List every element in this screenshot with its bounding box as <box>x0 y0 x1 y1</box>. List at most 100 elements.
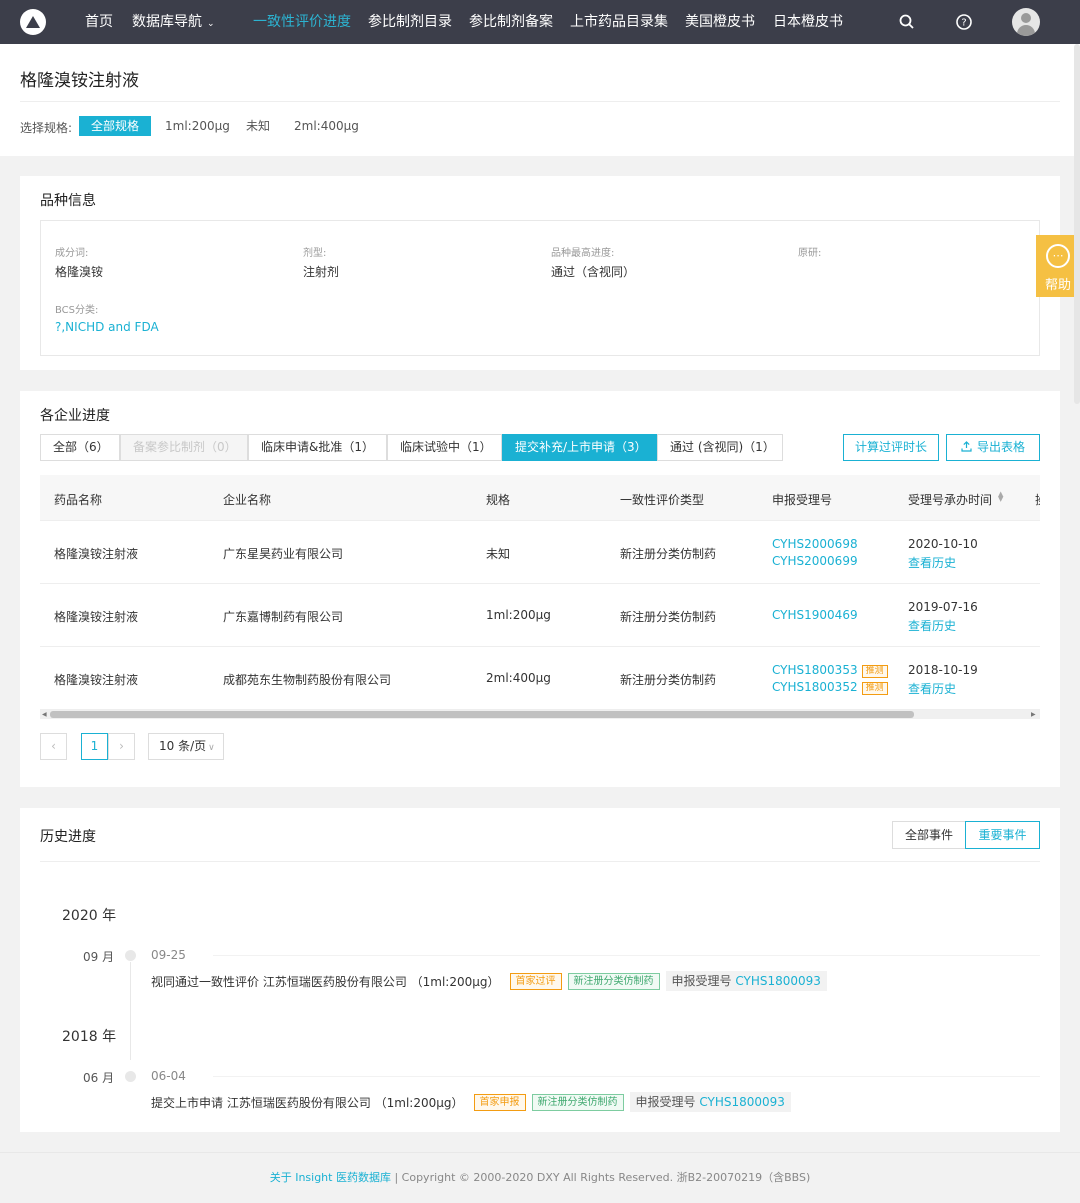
acceptance-no-cell: CYHS1800352 推测 <box>772 680 888 695</box>
first-pass-badge: 首家过评 <box>509 972 562 990</box>
cell-drug: 格隆溴铵注射液 <box>54 547 139 561</box>
acceptance-no-link[interactable]: CYHS2000698 <box>772 537 858 551</box>
acceptance-no-link[interactable]: CYHS1800093 <box>735 974 821 988</box>
prev-page-button[interactable]: ‹ <box>40 733 67 760</box>
user-avatar[interactable] <box>1012 8 1040 36</box>
tab-clinical-application[interactable]: 临床申请&批准（1） <box>248 434 387 461</box>
cell-type: 新注册分类仿制药 <box>620 547 717 561</box>
col-drug-name: 药品名称 <box>54 493 103 507</box>
table-header: 药品名称 企业名称 规格 一致性评价类型 申报受理号 受理号承办时间 ▲▼ 操 <box>40 475 1040 521</box>
chevron-down-icon: ⌄ <box>207 19 215 29</box>
about-link[interactable]: 关于 Insight 医药数据库 <box>270 1171 391 1184</box>
upload-icon <box>961 441 972 452</box>
nav-listed-drugs[interactable]: 上市药品目录集 <box>570 0 668 44</box>
spec-option-all[interactable]: 全部规格 <box>79 116 152 136</box>
category-badge: 新注册分类仿制药 <box>531 1093 624 1111</box>
timeline-year: 2018 年 <box>62 1029 117 1045</box>
divider <box>40 861 1040 862</box>
acceptance-no-label: 申报受理号 <box>671 974 732 988</box>
spec-option-1ml[interactable]: 1ml:200μg <box>153 116 242 136</box>
help-circle-icon[interactable]: ? <box>955 13 973 31</box>
scroll-right-icon[interactable]: ▶ <box>1031 710 1036 719</box>
first-filing-badge: 首家申报 <box>473 1093 526 1111</box>
timeline-month: 09 月 <box>83 950 115 964</box>
chat-icon: ⋯ <box>1046 244 1070 268</box>
timeline-line <box>130 962 131 1060</box>
category-badge: 新注册分类仿制药 <box>567 972 660 990</box>
nav-us-orange-book[interactable]: 美国橙皮书 <box>685 0 755 44</box>
history-card: 历史进度 全部事件 重要事件 2020 年 09 月 09-25 视同通过一致性… <box>20 808 1060 1132</box>
top-navbar: 首页 数据库导航 ⌄ 一致性评价进度 参比制剂目录 参比制剂备案 上市药品目录集 … <box>0 0 1080 44</box>
scroll-left-icon[interactable]: ◀ <box>42 710 47 719</box>
divider <box>20 101 1060 102</box>
cell-type: 新注册分类仿制药 <box>620 673 717 687</box>
nav-consistency[interactable]: 一致性评价进度 <box>253 0 351 44</box>
vertical-scrollbar[interactable] <box>1074 44 1080 404</box>
nav-database[interactable]: 数据库导航 ⌄ <box>132 0 215 44</box>
event-text: 视同通过一致性评价 江苏恒瑞医药股份有限公司 （1ml:200μg） <box>151 974 500 989</box>
history-title: 历史进度 <box>40 829 96 845</box>
acceptance-no-cell: CYHS1800353 推测 <box>772 663 888 678</box>
variety-info-card: 品种信息 成分词: 格隆溴铵 剂型: 注射剂 品种最高进度: 通过（含视同） 原… <box>20 176 1060 370</box>
acceptance-no-link[interactable]: CYHS1800093 <box>699 1095 785 1109</box>
cell-spec: 2ml:400μg <box>486 671 551 685</box>
table-row: 格隆溴铵注射液 广东嘉博制药有限公司 1ml:200μg 新注册分类仿制药 CY… <box>40 584 1040 647</box>
info-value-bcs[interactable]: ?,NICHD and FDA <box>55 320 159 334</box>
info-label-dosage-form: 剂型: <box>303 248 327 259</box>
acceptance-no-link[interactable]: CYHS1800352 <box>772 680 858 694</box>
sort-icon[interactable]: ▲ ▼ <box>998 491 1006 503</box>
page-size-select[interactable]: 10 条/页 ∨ <box>148 733 224 760</box>
divider <box>213 1076 1040 1077</box>
acceptance-no-chip: 申报受理号 CYHS1800093 <box>629 1092 791 1112</box>
acceptance-no-label: 申报受理号 <box>635 1095 696 1109</box>
export-table-button[interactable]: 导出表格 <box>946 434 1040 461</box>
page-title: 格隆溴铵注射液 <box>20 71 139 91</box>
tab-passed[interactable]: 通过 (含视同)（1） <box>657 434 783 461</box>
enterprise-table: 药品名称 企业名称 规格 一致性评价类型 申报受理号 受理号承办时间 ▲▼ 操 … <box>40 475 1040 719</box>
filter-all-events[interactable]: 全部事件 <box>892 821 966 849</box>
next-page-button[interactable]: › <box>108 733 135 760</box>
timeline-month: 06 月 <box>83 1071 115 1085</box>
horizontal-scrollbar[interactable]: ◀ ▶ <box>40 710 1040 719</box>
spec-label: 选择规格: <box>20 121 73 135</box>
title-section: 格隆溴铵注射液 选择规格: 全部规格 1ml:200μg 未知 2ml:400μ… <box>0 44 1080 156</box>
cell-spec: 未知 <box>486 547 511 561</box>
info-value-highest-progress: 通过（含视同） <box>551 265 636 279</box>
cell-date: 2018-10-19 <box>908 663 978 677</box>
event-text: 提交上市申请 江苏恒瑞医药股份有限公司 （1ml:200μg） <box>151 1095 464 1110</box>
enterprise-progress-card: 各企业进度 全部（6） 备案参比制剂（0） 临床申请&批准（1） 临床试验中（1… <box>20 391 1060 787</box>
view-history-link[interactable]: 查看历史 <box>908 554 956 571</box>
view-history-link[interactable]: 查看历史 <box>908 680 956 697</box>
tab-clinical-trial[interactable]: 临床试验中（1） <box>387 434 502 461</box>
cell-type: 新注册分类仿制药 <box>620 610 717 624</box>
spec-option-unknown[interactable]: 未知 <box>234 116 282 136</box>
search-icon[interactable] <box>898 13 916 31</box>
page-size-value: 10 条/页 <box>159 739 207 753</box>
cell-date: 2020-10-10 <box>908 537 978 551</box>
filter-important-events[interactable]: 重要事件 <box>965 821 1040 849</box>
scrollbar-thumb[interactable] <box>50 711 914 718</box>
nav-reference-catalog[interactable]: 参比制剂目录 <box>368 0 452 44</box>
chevron-down-icon: ∨ <box>208 743 215 753</box>
tab-all[interactable]: 全部（6） <box>40 434 120 461</box>
spec-option-2ml[interactable]: 2ml:400μg <box>282 116 371 136</box>
page-number-button[interactable]: 1 <box>81 733 108 760</box>
nav-home[interactable]: 首页 <box>85 0 113 44</box>
calc-duration-button[interactable]: 计算过评时长 <box>843 434 939 461</box>
acceptance-no-link[interactable]: CYHS1800353 <box>772 663 858 677</box>
view-history-link[interactable]: 查看历史 <box>908 617 956 634</box>
info-value-dosage-form: 注射剂 <box>303 265 340 279</box>
tab-supplementary-application[interactable]: 提交补充/上市申请（3） <box>502 434 657 461</box>
cell-spec: 1ml:200μg <box>486 608 551 622</box>
logo-icon[interactable] <box>20 9 46 35</box>
nav-jp-orange-book[interactable]: 日本橙皮书 <box>773 0 843 44</box>
cell-drug: 格隆溴铵注射液 <box>54 610 139 624</box>
col-spec: 规格 <box>486 493 511 507</box>
nav-reference-filing[interactable]: 参比制剂备案 <box>469 0 553 44</box>
acceptance-no-link[interactable]: CYHS1900469 <box>772 608 858 622</box>
col-acceptance-time[interactable]: 受理号承办时间 <box>908 491 992 508</box>
nav-database-label: 数据库导航 <box>132 14 202 30</box>
cell-date: 2019-07-16 <box>908 600 978 614</box>
acceptance-no-link[interactable]: CYHS2000699 <box>772 554 858 568</box>
event-date: 06-04 <box>151 1069 186 1083</box>
